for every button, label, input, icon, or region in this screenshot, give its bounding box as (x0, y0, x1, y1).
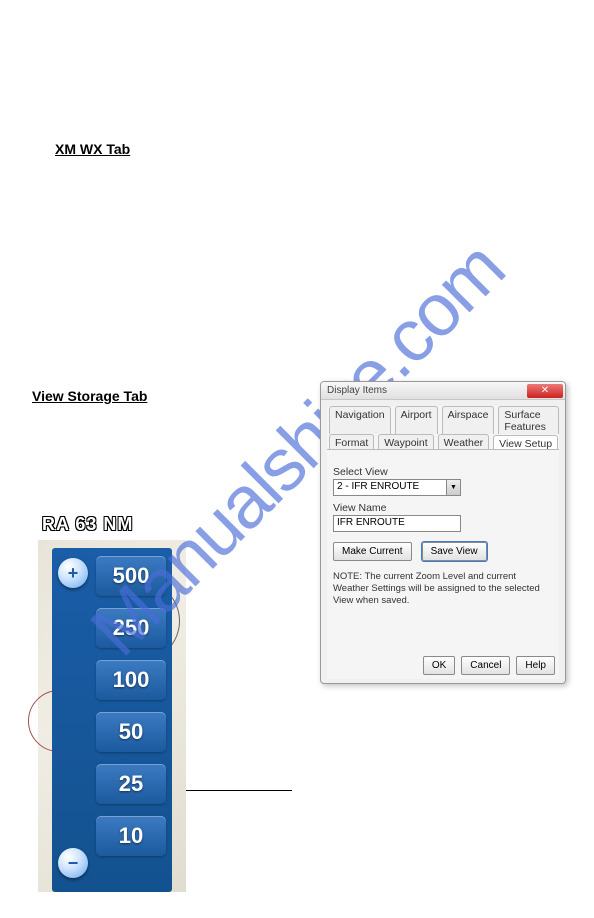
zoom-level-25[interactable]: 25 (96, 764, 166, 804)
range-header: RA 63 NM (38, 512, 186, 540)
range-value: 63 (75, 514, 97, 534)
view-name-label: View Name (333, 502, 553, 514)
range-prefix: RA (42, 514, 69, 534)
close-icon[interactable]: ✕ (527, 384, 563, 398)
zoom-level-250[interactable]: 250 (96, 608, 166, 648)
chevron-down-icon[interactable]: ▼ (446, 480, 460, 495)
display-items-dialog: Display Items ✕ Navigation Airport Airsp… (320, 381, 566, 684)
tabs-row-1: Navigation Airport Airspace Surface Feat… (327, 406, 559, 434)
divider-line (182, 790, 292, 791)
ok-button[interactable]: OK (423, 656, 455, 675)
zoom-level-10[interactable]: 10 (96, 816, 166, 856)
heading-xm-wx-tab: XM WX Tab (55, 141, 130, 157)
tab-weather[interactable]: Weather (438, 434, 490, 450)
zoom-column: + 500 250 100 50 25 10 − (52, 548, 172, 892)
select-view-dropdown[interactable]: 2 - IFR ENROUTE ▼ (333, 479, 461, 496)
view-buttons-row: Make Current Save View (333, 542, 553, 561)
view-name-value: IFR ENROUTE (337, 517, 405, 528)
zoom-level-50[interactable]: 50 (96, 712, 166, 752)
zoom-level-500[interactable]: 500 (96, 556, 166, 596)
dialog-titlebar: Display Items ✕ (321, 382, 565, 400)
tab-content-view-setup: Select View 2 - IFR ENROUTE ▼ View Name … (327, 449, 559, 679)
dialog-body: Navigation Airport Airspace Surface Feat… (327, 406, 559, 677)
tab-surface-features[interactable]: Surface Features (498, 406, 559, 434)
help-button[interactable]: Help (516, 656, 555, 675)
select-view-value: 2 - IFR ENROUTE (337, 481, 419, 492)
note-text: NOTE: The current Zoom Level and current… (333, 571, 553, 607)
zoom-out-icon[interactable]: − (58, 848, 88, 878)
zoom-level-panel: RA 63 NM + 500 250 100 50 25 10 − (38, 512, 186, 892)
save-view-button[interactable]: Save View (422, 542, 487, 561)
cancel-button[interactable]: Cancel (461, 656, 510, 675)
select-view-label: Select View (333, 466, 553, 478)
dialog-title: Display Items (327, 385, 387, 396)
tab-format[interactable]: Format (329, 434, 374, 450)
tab-airspace[interactable]: Airspace (442, 406, 495, 434)
tab-airport[interactable]: Airport (395, 406, 438, 434)
dialog-footer: OK Cancel Help (423, 656, 555, 675)
tabs-row-2: Format Waypoint Weather View Setup (327, 434, 559, 450)
zoom-level-100[interactable]: 100 (96, 660, 166, 700)
heading-view-storage-tab: View Storage Tab (32, 388, 147, 404)
zoom-in-icon[interactable]: + (58, 558, 88, 588)
range-unit: NM (103, 514, 133, 534)
view-name-input[interactable]: IFR ENROUTE (333, 515, 461, 532)
tab-navigation[interactable]: Navigation (329, 406, 391, 434)
make-current-button[interactable]: Make Current (333, 542, 412, 561)
tab-waypoint[interactable]: Waypoint (378, 434, 433, 450)
